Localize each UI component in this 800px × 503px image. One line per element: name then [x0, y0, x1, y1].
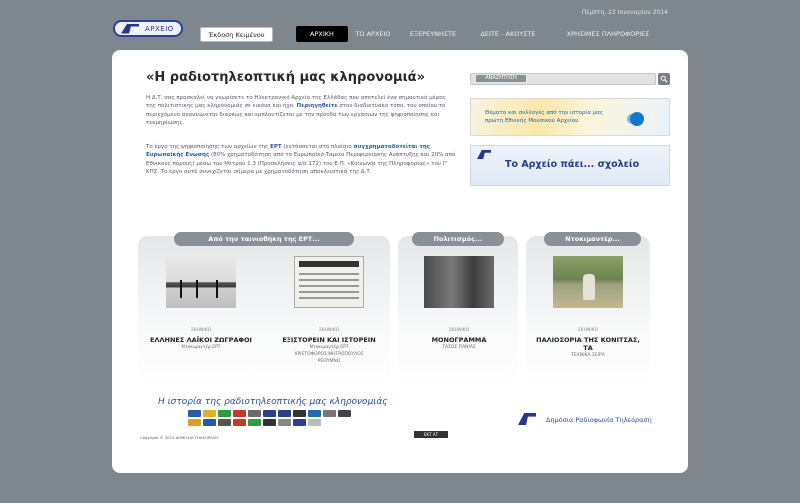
card-title[interactable]: ΠΑΛΙΟΣΟΡΙΑ ΤΗΣ ΚΟΝΙΤΣΑΣ, ΤΑ — [533, 336, 643, 352]
top-navigation: ΑΡΧΙΚΗ ΤΟ ΑΡΧΕΙΟ ΕΞΕΡΕΥΝΗΣΤΕ ΔΕΙΤΕ - ΑΚΟ… — [296, 26, 668, 42]
card-title[interactable]: ΕΛΛΗΝΕΣ ΛΑΪΚΟΙ ΖΩΓΡΑΦΟΙ — [146, 336, 256, 344]
card-thumbnail[interactable] — [294, 256, 364, 308]
card-category: ΣΚΗΝΙΚΟ — [190, 328, 212, 333]
content-card[interactable]: ΣΚΗΝΙΚΟ ΕΛΛΗΝΕΣ ΛΑΪΚΟΙ ΖΩΓΡΑΦΟΙ Ντοκιμαν… — [146, 256, 256, 351]
card-thumbnail[interactable] — [166, 256, 236, 308]
promo-banner-line: Θέματα και συλλογές από την ιστορία μας — [485, 110, 604, 116]
card-subtitle: Ντοκιμαντέρ ΕΡΤ — [309, 345, 349, 350]
card-subtitle: ΤΑΣΟΣ ΠΑΝΙΑΣ — [442, 345, 476, 350]
section-title-documentary[interactable]: Ντοκιμαντέρ... — [544, 232, 641, 246]
intro-paragraph-2: Το έργο της ψηφιοποίησης των αρχείων της… — [146, 143, 456, 176]
card-thumbnail[interactable] — [424, 256, 494, 308]
footer-slogan: Η ιστορία της ραδιοτηλεοπτικής μας κληρο… — [158, 397, 388, 407]
license-badge[interactable]: ΕΚΤ ΑΤ — [414, 431, 448, 438]
page-title: «Η ραδιοτηλεοπτική μας κληρονομιά» — [146, 70, 426, 85]
ert-name-text: Δημόσια Ραδιοφωνία Τηλεόραση — [546, 416, 652, 424]
card-thumbnail[interactable] — [553, 256, 623, 308]
nav-item-useful-info[interactable]: ΧΡΗΣΙΜΕΣ ΠΛΗΡΟΦΟΡΙΕΣ — [548, 26, 668, 42]
section-title-culture[interactable]: Πολιτισμός... — [412, 232, 504, 246]
nav-item-archive[interactable]: ΤΟ ΑΡΧΕΙΟ — [348, 26, 398, 42]
card-category: ΣΚΗΝΙΚΟ — [577, 328, 599, 333]
footer: Η ιστορία της ραδιοτηλεοπτικής μας κληρο… — [138, 395, 668, 445]
date-display: Πέμπτη, 23 Ιανουαρίου 2014 — [581, 9, 668, 16]
search-button[interactable] — [658, 73, 670, 85]
ert-logo-mark-icon[interactable] — [518, 413, 536, 425]
nav-item-explore[interactable]: ΕΞΕΡΕΥΝΗΣΤΕ — [398, 26, 468, 42]
content-card[interactable]: ΣΚΗΝΙΚΟ ΕΞΙΣΤΟΡΕΙΝ ΚΑΙ ΙΣΤΟΡΕΙΝ Ντοκιμαν… — [274, 256, 384, 365]
intro-link[interactable]: Περιηγηθείτε — [297, 103, 338, 109]
card-subtitle: ΧΡΙΣΤΟΦΟΡΟΣ ΜΗΤΡΟΠΟΥΛΟΣ — [294, 352, 364, 357]
promo-banner-line: πρώτη Εθνικής Μουσικού Αρχείου — [485, 118, 579, 124]
intro-link[interactable]: ΕΡΤ — [270, 144, 282, 150]
card-category: ΣΚΗΝΙΚΟ — [448, 328, 470, 333]
logo-text: ΑΡΧΕΙΟ — [145, 24, 174, 33]
content-card[interactable]: ΣΚΗΝΙΚΟ ΜΟΝΟΓΡΑΜΜΑ ΤΑΣΟΣ ΠΑΝΙΑΣ — [404, 256, 514, 351]
copyright-text: Copyright © 2014 ΔΗΜΟΣΙΑ ΤΗΛΕΟΡΑΣΗ — [140, 435, 218, 440]
promo-banner-school[interactable]: Το Αρχείο πάει... σχολείο — [470, 145, 670, 186]
intro-paragraph-1: Η Δ.Τ. σας προσκαλεί να γνωρίσετε το Ηλε… — [146, 94, 456, 127]
nav-item-home[interactable]: ΑΡΧΙΚΗ — [296, 26, 348, 42]
promo-banner-collections[interactable]: Θέματα και συλλογές από την ιστορία μας … — [470, 98, 670, 136]
arrow-circle-icon — [630, 112, 644, 126]
section-title-ert-film[interactable]: Από την ταινιοθήκη της ΕΡΤ... — [174, 232, 354, 246]
promo-banner-school-text: Το Αρχείο πάει... σχολείο — [505, 159, 640, 170]
search-icon — [660, 75, 668, 83]
sponsor-logos — [188, 410, 358, 426]
content-card[interactable]: ΣΚΗΝΙΚΟ ΠΑΛΙΟΣΟΡΙΑ ΤΗΣ ΚΟΝΙΤΣΑΣ, ΤΑ ΤΕΧΝ… — [533, 256, 643, 359]
main-content-panel: «Η ραδιοτηλεοπτική μας κληρονομιά» Η Δ.Τ… — [112, 50, 688, 473]
ert-logo-mark-icon — [121, 23, 139, 34]
card-subtitle: ΡΕΘΥΜΝΟ — [317, 359, 341, 364]
card-title[interactable]: ΕΞΙΣΤΟΡΕΙΝ ΚΑΙ ΙΣΤΟΡΕΙΝ — [274, 336, 384, 344]
search-bar: ΑΝΑΖΗΤΗΣΗ — [470, 73, 670, 85]
ert-logo-mark-icon — [477, 150, 491, 159]
search-label: ΑΝΑΖΗΤΗΣΗ — [476, 75, 526, 82]
card-category: ΣΚΗΝΙΚΟ — [318, 328, 340, 333]
promo-banner-text: Θέματα και συλλογές από την ιστορία μας … — [485, 109, 635, 125]
card-title[interactable]: ΜΟΝΟΓΡΑΜΜΑ — [404, 336, 514, 344]
card-subtitle: ΤΕΧΝΙΚΑ ΣΕΙΡΑ — [571, 353, 605, 358]
intro-text: (εντάσσεται στο πλαίσιο — [283, 144, 352, 150]
intro-text: Το έργο της ψηφιοποίησης των αρχείων της — [146, 144, 269, 150]
text-version-button[interactable]: Έκδοση Κειμένου — [200, 27, 273, 42]
nav-item-watch-listen[interactable]: ΔΕΙΤΕ - ΑΚΟΥΣΤΕ — [468, 26, 548, 42]
archive-logo[interactable]: ΑΡΧΕΙΟ — [113, 20, 183, 37]
card-subtitle: Ντοκιμαντέρ ΕΡΤ — [181, 345, 221, 350]
